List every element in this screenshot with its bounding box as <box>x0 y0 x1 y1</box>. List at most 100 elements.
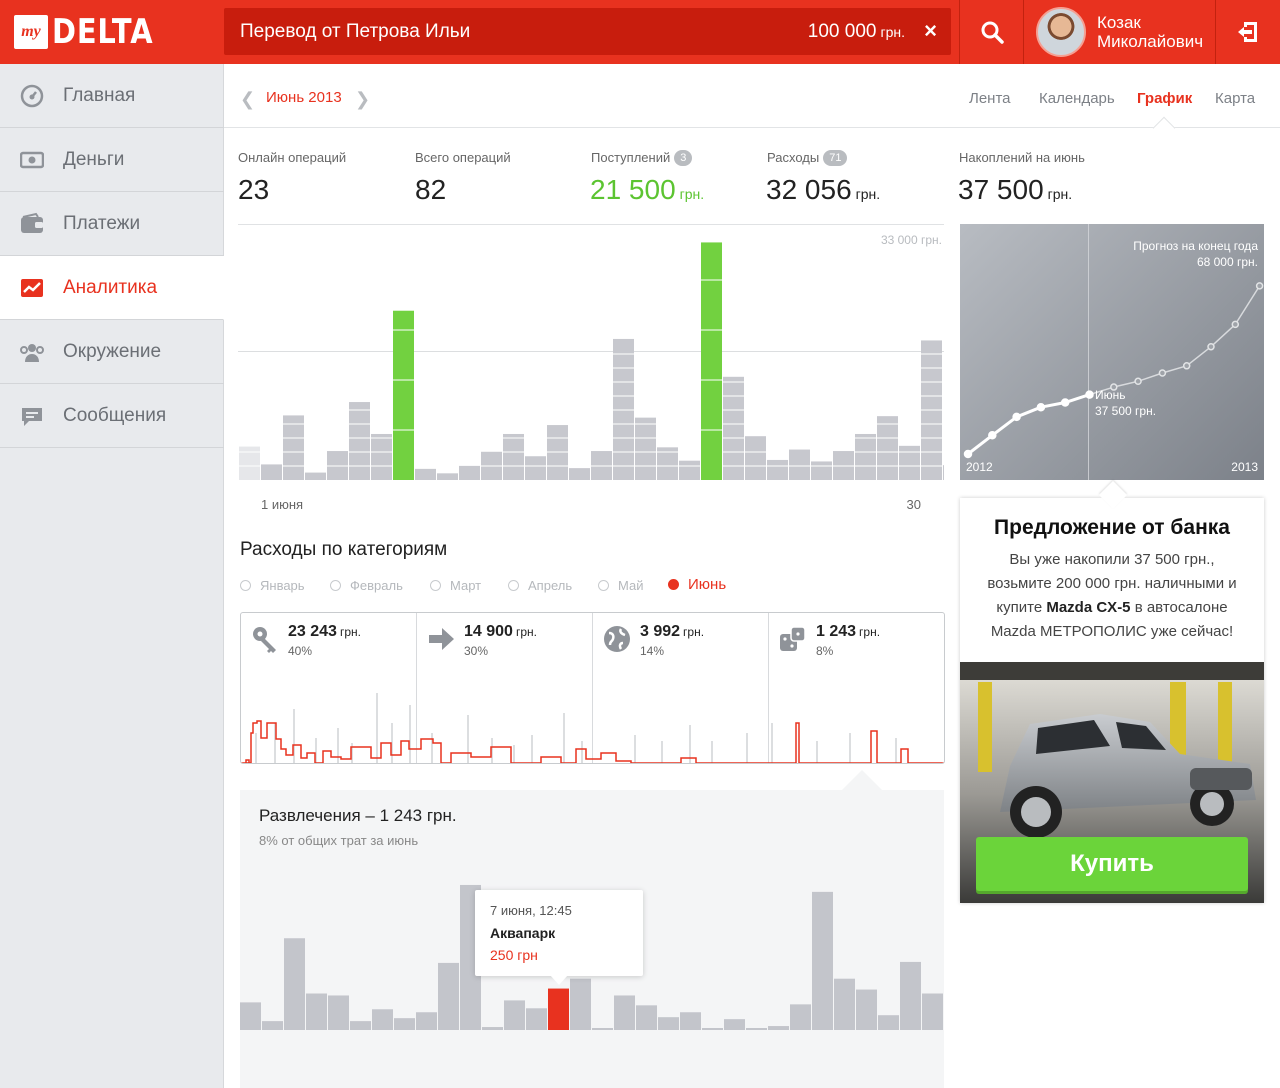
month-radio-feb[interactable]: Февраль <box>330 578 403 593</box>
entertainment-bar[interactable] <box>328 995 349 1030</box>
entertainment-bar[interactable] <box>834 978 855 1030</box>
entertainment-bar[interactable] <box>922 993 943 1030</box>
expense-bar[interactable] <box>789 449 810 480</box>
month-radio-apr[interactable]: Апрель <box>508 578 572 593</box>
sidebar-item-money[interactable]: Деньги <box>0 128 224 192</box>
forecast-point[interactable] <box>1012 412 1021 422</box>
logout-button[interactable] <box>1216 0 1280 64</box>
forecast-point[interactable] <box>1134 377 1142 386</box>
forecast-point[interactable] <box>1036 402 1046 412</box>
clear-search-button[interactable]: × <box>924 18 937 44</box>
sidebar-item-analytics[interactable]: Аналитика <box>0 256 224 320</box>
expense-bar[interactable] <box>943 465 944 480</box>
entertainment-bar[interactable] <box>526 1008 547 1030</box>
entertainment-bar[interactable] <box>724 1019 745 1030</box>
expense-bar[interactable] <box>855 433 876 480</box>
expense-bar[interactable] <box>459 465 480 480</box>
income-bar[interactable] <box>701 242 722 480</box>
entertainment-bar[interactable] <box>570 978 591 1030</box>
month-radio-jan[interactable]: Январь <box>240 578 305 593</box>
entertainment-bar[interactable] <box>504 1000 525 1030</box>
entertainment-bar[interactable] <box>900 961 921 1030</box>
tab-calendar[interactable]: Календарь <box>1039 90 1115 107</box>
expense-bar[interactable] <box>437 473 458 480</box>
search-input[interactable]: Перевод от Петрова Ильи 100 000 грн. × <box>224 8 951 55</box>
entertainment-bar[interactable] <box>350 1021 371 1030</box>
entertainment-bar[interactable] <box>636 1005 657 1030</box>
forecast-point[interactable] <box>1158 369 1167 377</box>
month-radio-may[interactable]: Май <box>598 578 643 593</box>
month-radio-jun[interactable]: Июнь <box>668 576 726 593</box>
entertainment-bar[interactable] <box>680 1012 701 1030</box>
entertainment-bar[interactable] <box>306 993 327 1030</box>
tab-chart[interactable]: График <box>1137 90 1192 107</box>
buy-button[interactable]: Купить <box>976 837 1248 891</box>
entertainment-bar[interactable] <box>394 1018 415 1030</box>
entertainment-bar[interactable] <box>262 1021 283 1030</box>
online-ops-value: 23 <box>238 174 270 205</box>
entertainment-bar[interactable] <box>702 1028 723 1030</box>
tab-map[interactable]: Карта <box>1215 90 1255 107</box>
expense-bar[interactable] <box>613 338 634 480</box>
entertainment-bar[interactable] <box>416 1012 437 1030</box>
forecast-point[interactable] <box>963 449 973 459</box>
month-radio-mar[interactable]: Март <box>430 578 481 593</box>
expense-bar[interactable] <box>415 468 436 480</box>
expense-bar[interactable] <box>767 459 788 480</box>
tab-feed[interactable]: Лента <box>969 90 1011 107</box>
forecast-point[interactable] <box>1207 342 1215 351</box>
expense-bar[interactable] <box>569 468 590 480</box>
prev-month-button[interactable]: ❮ <box>240 89 255 110</box>
entertainment-bar[interactable] <box>878 1015 899 1030</box>
forecast-point[interactable] <box>1060 398 1070 407</box>
expense-bar[interactable] <box>723 376 744 480</box>
expense-bar[interactable] <box>371 433 392 480</box>
expense-bar[interactable] <box>679 460 700 480</box>
entertainment-bar[interactable] <box>240 1002 261 1030</box>
sidebar-item-people[interactable]: Окружение <box>0 320 224 384</box>
expense-bar[interactable] <box>635 417 656 480</box>
current-month[interactable]: Июнь 2013 <box>266 89 342 106</box>
entertainment-bar[interactable] <box>658 1017 679 1030</box>
expense-bar[interactable] <box>525 456 546 480</box>
highlighted-bar[interactable] <box>548 988 569 1030</box>
expense-bar[interactable] <box>811 461 832 480</box>
forecast-point[interactable] <box>1255 282 1264 290</box>
expense-bar[interactable] <box>745 436 766 480</box>
trend-icon <box>21 279 43 297</box>
entertainment-bar[interactable] <box>284 938 305 1030</box>
sidebar-item-messages[interactable]: Сообщения <box>0 384 224 448</box>
entertainment-bar[interactable] <box>614 995 635 1030</box>
expense-bar[interactable] <box>899 445 920 480</box>
expense-bar[interactable] <box>261 464 282 480</box>
expense-bar[interactable] <box>877 416 898 480</box>
expense-bar[interactable] <box>305 472 326 480</box>
user-profile[interactable]: Козак Миколайович <box>1024 0 1214 64</box>
income-bar[interactable] <box>393 310 414 480</box>
user-name: Козак Миколайович <box>1097 13 1204 51</box>
entertainment-bar[interactable] <box>592 1028 613 1030</box>
expense-bar[interactable] <box>503 433 524 480</box>
forecast-point[interactable] <box>1182 362 1191 370</box>
search-button[interactable] <box>960 0 1023 64</box>
sidebar-item-home[interactable]: Главная <box>0 64 224 128</box>
expense-bar[interactable] <box>283 415 304 480</box>
entertainment-bar[interactable] <box>768 1026 789 1030</box>
entertainment-bar[interactable] <box>372 1009 393 1030</box>
forecast-point[interactable] <box>1231 320 1240 329</box>
forecast-point[interactable] <box>988 431 997 440</box>
entertainment-bar[interactable] <box>746 1028 767 1030</box>
expense-bar[interactable] <box>547 425 568 480</box>
expense-bar[interactable] <box>349 402 370 480</box>
forecast-point[interactable] <box>1085 390 1094 399</box>
entertainment-bar[interactable] <box>856 989 877 1030</box>
logo[interactable]: my DELTA <box>14 12 171 52</box>
forecast-svg: Прогноз на конец года 68 000 грн. Июнь 3… <box>963 224 1264 480</box>
entertainment-bar[interactable] <box>482 1027 503 1030</box>
sidebar-item-payments[interactable]: Платежи <box>0 192 224 256</box>
entertainment-bar[interactable] <box>812 891 833 1030</box>
entertainment-bar[interactable] <box>438 962 459 1030</box>
entertainment-bar[interactable] <box>790 1004 811 1030</box>
x-start-label: 1 июня <box>261 497 303 512</box>
next-month-button[interactable]: ❯ <box>355 89 370 110</box>
